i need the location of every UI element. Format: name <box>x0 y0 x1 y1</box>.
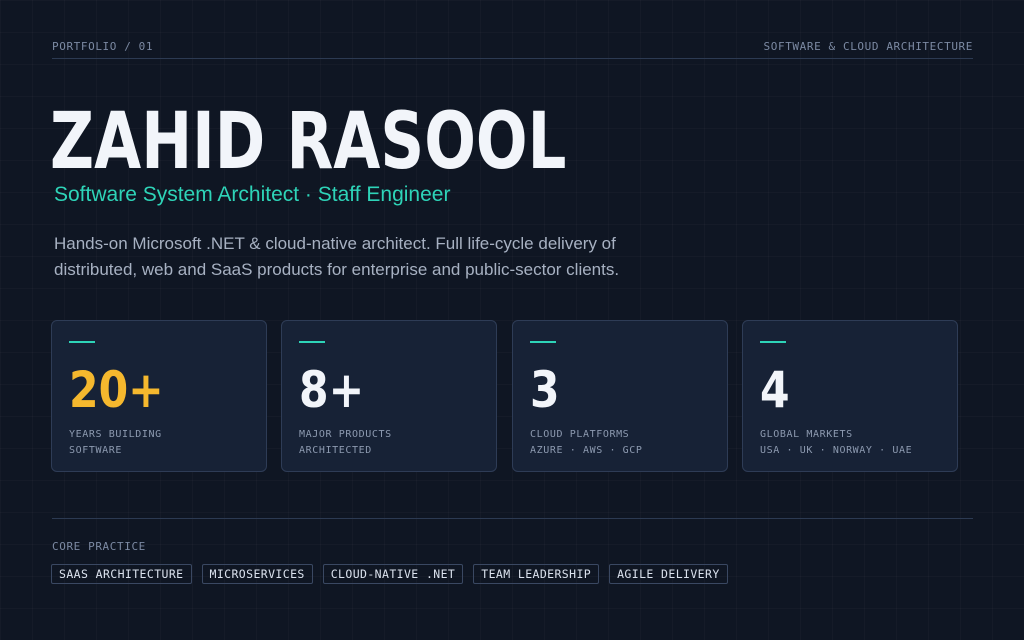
stat-label: MAJOR PRODUCTS ARCHITECTED <box>299 427 392 459</box>
accent-line <box>69 341 95 343</box>
summary-line: distributed, web and SaaS products for e… <box>54 260 620 279</box>
tag-cloud-native-dotnet: CLOUD-NATIVE .NET <box>322 564 464 584</box>
stat-label: YEARS BUILDING SOFTWARE <box>69 427 162 459</box>
accent-line <box>760 341 786 343</box>
tag-saas-architecture: SAAS ARCHITECTURE <box>51 564 192 584</box>
header-discipline: SOFTWARE & CLOUD ARCHITECTURE <box>763 40 973 53</box>
accent-line <box>299 341 325 343</box>
stat-card-years: 20+ YEARS BUILDING SOFTWARE <box>51 320 267 472</box>
stat-value: 3 <box>530 361 560 419</box>
portfolio-index: PORTFOLIO / 01 <box>52 40 154 53</box>
core-practice-tags: SAAS ARCHITECTURE MICROSERVICES CLOUD-NA… <box>51 564 728 584</box>
role-title: Software System Architect · Staff Engine… <box>54 183 451 206</box>
stat-label-line: MAJOR PRODUCTS <box>299 429 392 440</box>
stat-label: CLOUD PLATFORMS AZURE · AWS · GCP <box>530 427 643 459</box>
top-bar: PORTFOLIO / 01 SOFTWARE & CLOUD ARCHITEC… <box>52 40 973 59</box>
stat-label-line: YEARS BUILDING <box>69 429 162 440</box>
core-practice-label: CORE PRACTICE <box>52 540 146 553</box>
summary-line: Hands-on Microsoft .NET & cloud-native a… <box>54 234 616 253</box>
stat-label-line: USA · UK · NORWAY · UAE <box>760 445 913 456</box>
stat-label: GLOBAL MARKETS USA · UK · NORWAY · UAE <box>760 427 912 459</box>
accent-line <box>530 341 556 343</box>
profile-summary: Hands-on Microsoft .NET & cloud-native a… <box>54 231 734 283</box>
stat-value: 8+ <box>299 361 365 419</box>
stat-value: 20+ <box>69 361 164 419</box>
stat-label-line: AZURE · AWS · GCP <box>530 445 643 456</box>
person-name: ZAHID RASOOL <box>50 97 567 187</box>
stat-label-line: GLOBAL MARKETS <box>760 429 853 440</box>
tag-team-leadership: TEAM LEADERSHIP <box>473 564 600 584</box>
tag-agile-delivery: AGILE DELIVERY <box>609 564 728 584</box>
stat-label-line: CLOUD PLATFORMS <box>530 429 630 440</box>
stat-label-line: SOFTWARE <box>69 445 122 456</box>
stat-card-cloud: 3 CLOUD PLATFORMS AZURE · AWS · GCP <box>512 320 728 472</box>
stat-card-markets: 4 GLOBAL MARKETS USA · UK · NORWAY · UAE <box>742 320 958 472</box>
stat-card-products: 8+ MAJOR PRODUCTS ARCHITECTED <box>281 320 497 472</box>
tag-microservices: MICROSERVICES <box>201 564 313 584</box>
section-divider <box>52 518 973 519</box>
stat-value: 4 <box>760 361 790 419</box>
stat-label-line: ARCHITECTED <box>299 445 372 456</box>
